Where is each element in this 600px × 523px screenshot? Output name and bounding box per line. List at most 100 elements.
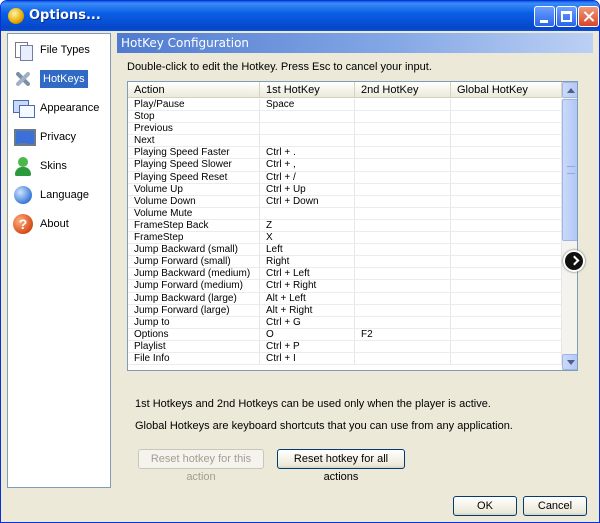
table-cell [355,99,451,112]
table-cell: Ctrl + , [260,159,355,172]
maximize-button[interactable] [556,6,577,27]
table-row[interactable]: Jump Backward (medium) Ctrl + Left [128,268,562,281]
close-button[interactable] [578,6,599,27]
maximize-icon [561,11,572,22]
table-cell [355,159,451,172]
table-cell [355,195,451,208]
hotkey-list-header: Action 1st HotKey 2nd HotKey Global HotKey [128,82,562,98]
table-row[interactable]: Volume Up Ctrl + Up [128,183,562,196]
table-cell [451,111,562,124]
active-hotkeys-note: 1st Hotkeys and 2nd Hotkeys can be used … [135,398,491,410]
column-header[interactable]: Action [128,82,260,98]
table-row[interactable]: FrameStep Back Z [128,219,562,233]
table-row[interactable]: Playing Speed Slower Ctrl + , [128,159,562,172]
chevron-right-icon[interactable] [563,250,585,272]
table-cell [451,195,562,208]
minimize-button[interactable] [534,6,555,27]
table-row[interactable]: File Info Ctrl + I [128,352,562,366]
table-cell [260,207,355,220]
table-row[interactable]: Play/Pause Space [128,99,562,112]
table-cell [451,147,562,160]
table-row[interactable]: Jump Backward (large) Alt + Left [128,292,562,305]
sidebar-item-label: Skins [40,160,67,172]
table-row[interactable]: Stop [128,111,562,124]
table-cell: FrameStep [128,232,260,245]
reset-all-hotkeys-button[interactable]: Reset hotkey for all actions [277,449,405,483]
table-cell [451,99,562,112]
vertical-scrollbar[interactable] [562,82,577,370]
scroll-thumb[interactable] [562,99,577,241]
instructions-text: Double-click to edit the Hotkey. Press E… [127,61,432,73]
table-cell [355,219,451,233]
table-row[interactable]: Previous [128,123,562,136]
table-row[interactable]: FrameStep X [128,232,562,245]
scroll-up-button[interactable] [562,82,577,98]
table-row[interactable]: Jump Forward (medium) Ctrl + Right [128,280,562,293]
table-cell [355,268,451,281]
table-cell [451,123,562,136]
table-cell [355,171,451,184]
minimize-icon [540,20,548,23]
table-row[interactable]: Options O F2 [128,328,562,341]
table-cell: Jump Backward (medium) [128,268,260,281]
table-cell: Jump Forward (small) [128,256,260,269]
table-row[interactable]: Playing Speed Faster Ctrl + . [128,147,562,160]
sidebar-item-appearance[interactable]: Appearance [12,94,106,122]
sidebar-item-label: Privacy [40,131,77,143]
table-cell: Z [260,219,355,233]
table-cell: Ctrl + Up [260,183,355,196]
table-cell [451,268,562,281]
sidebar-item-about[interactable]: About [12,210,106,238]
table-row[interactable]: Jump Forward (large) Alt + Right [128,304,562,317]
table-cell [355,111,451,124]
column-header[interactable]: 2nd HotKey [355,82,451,98]
sidebar-item-label: Appearance [40,102,100,114]
table-cell: Ctrl + I [260,352,355,366]
sidebar-item-label: File Types [40,44,90,56]
table-cell: Right [260,256,355,269]
table-row[interactable]: Playing Speed Reset Ctrl + / [128,171,562,184]
sidebar-item-hotkeys[interactable]: HotKeys [12,65,106,93]
table-cell [451,352,562,366]
table-row[interactable]: Jump Backward (small) Left [128,244,562,257]
title-bar[interactable]: Options... [1,1,599,31]
cancel-button[interactable]: Cancel [523,496,587,516]
language-icon [12,184,34,206]
table-cell: Playing Speed Slower [128,159,260,172]
table-cell [355,135,451,148]
reset-hotkey-action-button[interactable]: Reset hotkey for this action [138,449,264,483]
scroll-down-button[interactable] [562,354,577,370]
column-header[interactable]: Global HotKey [451,82,562,98]
table-cell [355,352,451,366]
sidebar-item-skins[interactable]: Skins [12,152,106,180]
table-cell: Ctrl + . [260,147,355,160]
table-row[interactable]: Jump Forward (small) Right [128,256,562,269]
table-cell: Ctrl + G [260,316,355,329]
table-row[interactable]: Playlist Ctrl + P [128,340,562,353]
hotkeys-icon [12,68,34,90]
ok-button[interactable]: OK [453,496,517,516]
panel-title: HotKey Configuration [117,33,593,53]
skins-icon [12,155,34,177]
table-row[interactable]: Jump to Ctrl + G [128,316,562,329]
sidebar-item-file-types[interactable]: File Types [12,36,106,64]
column-header[interactable]: 1st HotKey [260,82,355,98]
table-cell: Ctrl + Right [260,280,355,293]
table-cell: Jump Backward (small) [128,244,260,257]
table-row[interactable]: Next [128,135,562,148]
table-cell [451,207,562,220]
table-cell [451,159,562,172]
hotkey-list[interactable]: Action 1st HotKey 2nd HotKey Global HotKey … [127,81,578,371]
table-cell: File Info [128,352,260,366]
table-cell: Alt + Left [260,292,355,305]
table-cell [355,232,451,245]
sidebar-item-language[interactable]: Language [12,181,106,209]
table-cell [451,244,562,257]
table-cell [355,340,451,353]
sidebar-item-label: HotKeys [40,70,88,88]
sidebar-item-privacy[interactable]: Privacy [12,123,106,151]
table-cell [260,111,355,124]
table-row[interactable]: Volume Down Ctrl + Down [128,195,562,208]
table-row[interactable]: Volume Mute [128,207,562,220]
options-sidebar: File Types HotKeys Appearance Privacy Skins L… [7,33,111,488]
